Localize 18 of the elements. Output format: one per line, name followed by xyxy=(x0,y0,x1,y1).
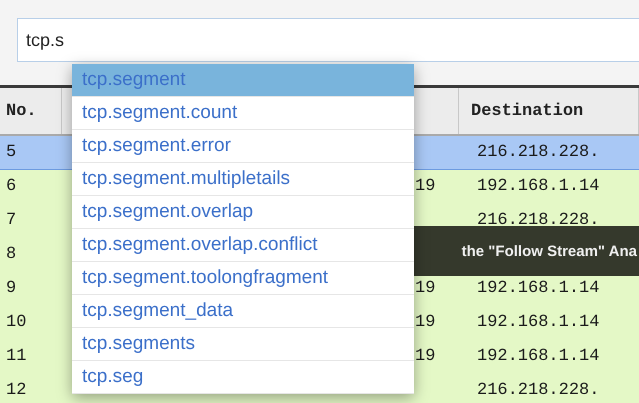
table-cell-text: 19 xyxy=(414,279,436,298)
table-cell-text: 216.218.228. xyxy=(476,143,600,162)
table-cell-text: 192.168.1.14 xyxy=(476,313,600,332)
table-cell-text: 5 xyxy=(5,143,18,162)
table-cell-text: 10 xyxy=(5,313,28,332)
table-cell-text: 19 xyxy=(414,347,436,366)
table-cell-text: 6 xyxy=(5,177,18,196)
table-cell-text: 7 xyxy=(5,211,18,230)
table-cell-text: 192.168.1.14 xyxy=(476,279,600,298)
table-cell-text: 19 xyxy=(414,177,436,196)
table-cell-text: 12 xyxy=(5,381,28,400)
table-cell-text: 8 xyxy=(5,245,18,264)
table-cell-text: 192.168.1.14 xyxy=(476,347,600,366)
table-cell-text: 11 xyxy=(5,347,28,366)
table-cell-text: 216.218.228. xyxy=(476,381,600,400)
table-cell-text: 19 xyxy=(414,313,436,332)
table-cell-text: 192.168.1.14 xyxy=(476,177,600,196)
table-cell-text: 9 xyxy=(5,279,18,298)
